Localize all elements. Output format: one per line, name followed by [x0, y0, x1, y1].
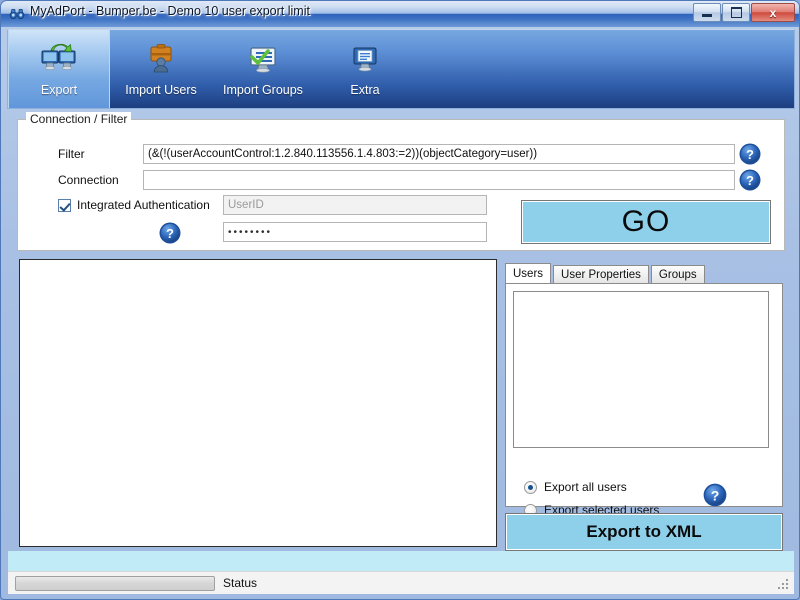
right-tab-control: Users User Properties Groups Export all … [505, 263, 783, 517]
ribbon-tab-extra[interactable]: Extra [314, 30, 416, 108]
window-controls: x [693, 3, 795, 22]
right-tab-strip: Users User Properties Groups [505, 263, 707, 284]
help-icon[interactable]: ? [158, 221, 182, 245]
integrated-authentication-label: Integrated Authentication [77, 198, 210, 212]
application-window: MyAdPort - Bumper.be - Demo 10 user expo… [0, 0, 800, 600]
maximize-button[interactable] [722, 3, 750, 22]
svg-text:?: ? [166, 226, 174, 241]
radio-export-all-users[interactable]: Export all users [524, 480, 627, 494]
export-to-xml-button[interactable]: Export to XML [505, 513, 783, 551]
help-icon[interactable]: ? [738, 142, 762, 166]
ribbon-tab-label: Export [40, 83, 78, 97]
tab-label: Groups [658, 269, 697, 281]
checkbox-box [58, 198, 71, 212]
right-tab-body: Export all users Export selected users ? [505, 283, 783, 517]
ribbon-tab-import-users[interactable]: Import Users [110, 30, 212, 108]
title-bar: MyAdPort - Bumper.be - Demo 10 user expo… [1, 1, 799, 27]
tab-users[interactable]: Users [505, 263, 552, 284]
svg-text:?: ? [746, 147, 754, 162]
integrated-authentication-checkbox[interactable]: Integrated Authentication [58, 198, 210, 212]
ribbon-tab-import-groups[interactable]: Import Groups [212, 30, 314, 108]
help-icon[interactable]: ? [702, 482, 728, 508]
ribbon-tab-list: Export Import Users Import Groups Extra [8, 30, 416, 108]
close-icon: x [769, 5, 777, 20]
minimize-icon [702, 13, 712, 17]
minimize-button[interactable] [693, 3, 721, 22]
maximize-icon [730, 7, 742, 18]
import-groups-monitor-icon [243, 39, 283, 77]
status-progress-bar [15, 575, 215, 591]
results-listbox[interactable] [19, 259, 497, 547]
ribbon-tab-label: Import Groups [223, 83, 303, 97]
tab-label: User Properties [561, 269, 641, 281]
export-monitors-icon [39, 39, 79, 77]
connection-label: Connection [58, 173, 119, 187]
filter-input[interactable]: (&(!(userAccountControl:1.2.840.113556.1… [143, 144, 735, 164]
ribbon-tab-label: Import Users [125, 83, 197, 97]
resize-grip-icon[interactable] [778, 579, 790, 591]
ribbon-tab-label: Extra [350, 83, 380, 97]
svg-text:?: ? [746, 173, 754, 188]
ribbon-tab-export[interactable]: Export [8, 30, 110, 108]
close-button[interactable]: x [751, 3, 795, 22]
tab-label: Users [513, 268, 544, 280]
tab-user-properties[interactable]: User Properties [553, 265, 649, 284]
group-caption: Connection / Filter [26, 112, 132, 126]
tab-groups[interactable]: Groups [650, 265, 705, 284]
status-text: Status [223, 576, 258, 590]
go-button[interactable]: GO [521, 200, 771, 244]
users-listbox[interactable] [513, 291, 769, 448]
window-title: MyAdPort - Bumper.be - Demo 10 user expo… [30, 4, 310, 18]
binoculars-icon [9, 6, 25, 22]
help-icon[interactable]: ? [738, 168, 762, 192]
filter-label: Filter [58, 147, 85, 161]
radio-label: Export all users [544, 480, 627, 494]
password-mask: •••••••• [228, 227, 273, 238]
userid-input[interactable]: UserID [223, 195, 487, 215]
ribbon-bar: Export Import Users Import Groups Extra [7, 29, 795, 109]
connection-input[interactable] [143, 170, 735, 190]
bottom-accent-band [8, 551, 794, 571]
status-bar: Status [8, 571, 794, 594]
radio-button [524, 480, 537, 494]
password-input[interactable]: •••••••• [223, 222, 487, 242]
extra-document-monitor-icon [345, 39, 385, 77]
import-users-briefcase-icon [141, 39, 181, 77]
svg-text:?: ? [711, 487, 720, 503]
